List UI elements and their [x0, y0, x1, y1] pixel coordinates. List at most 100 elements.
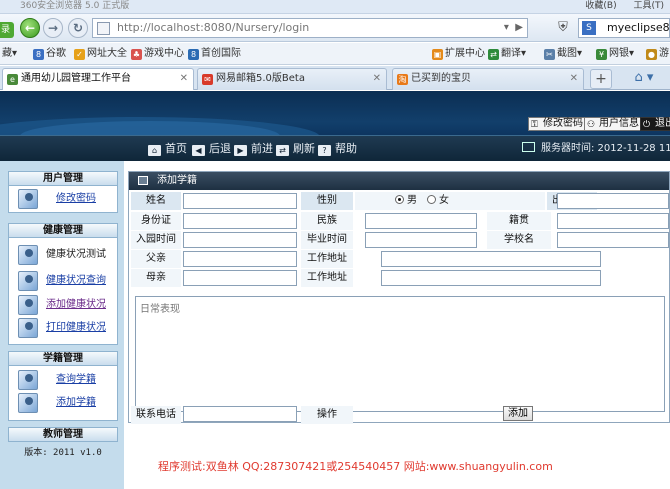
school-name-input[interactable] [557, 232, 669, 248]
menu-favorites[interactable]: 收藏(B) [585, 1, 616, 11]
person-icon [18, 370, 38, 390]
login-side-button[interactable]: 录 [0, 22, 14, 38]
tab-label: 通用幼儿园管理工作平台 [21, 73, 131, 84]
label-school-name: 学校名 [487, 231, 551, 249]
label-work-address-mother: 工作地址 [301, 269, 353, 287]
browser-title: 360安全浏览器 5.0 正式版 [20, 1, 130, 11]
tab-netease-mail[interactable]: ✉ 网易邮箱5.0版Beta ✕ [197, 68, 387, 90]
daily-performance-textarea[interactable] [135, 296, 665, 412]
change-password-button[interactable]: ⚿ 修改密码 [528, 117, 587, 131]
label-phone: 联系电话 [131, 406, 181, 424]
sidebar-section-health[interactable]: 健康管理 [8, 223, 118, 238]
fav-google[interactable]: 8 谷歌 [33, 43, 66, 65]
label-graduate-date: 毕业时间 [301, 231, 353, 249]
toolbar-forward[interactable]: ▶ 前进 [234, 136, 273, 162]
toolbar-help[interactable]: ? 帮助 [318, 136, 357, 162]
back-arrow-icon: ◀ [192, 145, 205, 156]
label-operation: 操作 [301, 406, 353, 424]
label-id-card: 身份证 [131, 212, 181, 230]
main-content: 添加学籍 姓名 性别 男 女 出生日期 身份证 民族 籍贯 入园时间 毕业时间 … [124, 161, 670, 489]
fav-extensions[interactable]: ▣ 扩展中心 [432, 43, 485, 65]
father-input[interactable] [183, 251, 297, 267]
home-icon: ⌂ [148, 145, 161, 156]
page-icon [97, 22, 110, 35]
close-icon[interactable]: ✕ [373, 69, 381, 89]
father-work-address-input[interactable] [381, 251, 601, 267]
search-box[interactable]: S myeclipse8.5 [578, 18, 670, 38]
label-work-address-father: 工作地址 [301, 250, 353, 268]
graduate-date-input[interactable] [365, 232, 477, 248]
address-go-icon[interactable]: ▾ ▶ [504, 20, 523, 36]
birth-input[interactable] [557, 193, 669, 209]
tab-label: 已买到的宝贝 [411, 73, 471, 84]
gender-female-radio[interactable]: 女 [427, 192, 449, 210]
fav-translate[interactable]: ⇄ 翻译▾ [488, 43, 526, 65]
sidebar: 用户管理 修改密码 健康管理 健康状况测试 健康状况查询 添加健康状况 打印健康… [0, 161, 124, 489]
app-header-banner: ⚿修改密码 ⚇用户信息 ⏻退出系统 [0, 91, 670, 135]
taobao-icon: 淘 [397, 74, 408, 85]
close-icon[interactable]: ✕ [180, 69, 188, 89]
toolbar-back[interactable]: ◀ 后退 [192, 136, 231, 162]
ethnicity-input[interactable] [365, 213, 477, 229]
toolbar-home[interactable]: ⌂ 首页 [148, 136, 187, 162]
search-engine-icon[interactable]: S [582, 21, 596, 35]
native-place-input[interactable] [557, 213, 669, 229]
id-card-input[interactable] [183, 213, 297, 229]
radio-icon [427, 195, 436, 204]
label-mother: 母亲 [131, 269, 181, 287]
window-icon [138, 176, 148, 185]
fav-screenshot[interactable]: ✂ 截图▾ [544, 43, 582, 65]
close-icon[interactable]: ✕ [570, 69, 578, 89]
menu-tools[interactable]: 工具(T) [633, 1, 664, 11]
app-toolbar: ⌂ 首页 ◀ 后退 ▶ 前进 ⇄ 刷新 ? 帮助 服务器时间: 2012-11-28 11… [0, 135, 670, 161]
tab-nursery[interactable]: e 通用幼儿园管理工作平台 ✕ [2, 68, 194, 90]
back-arrow-icon[interactable]: ← [20, 18, 40, 38]
browser-tab-bar: e 通用幼儿园管理工作平台 ✕ ✉ 网易邮箱5.0版Beta ✕ 淘 已买到的宝… [0, 66, 670, 90]
browser-title-bar: 360安全浏览器 5.0 正式版 收藏(B) 工具(T) [0, 0, 670, 14]
fav-collect[interactable]: 藏▾ [2, 43, 17, 65]
browser-menu: 收藏(B) 工具(T) [571, 0, 664, 12]
form-title-bar: 添加学籍 [129, 172, 669, 190]
home-icon[interactable]: ⌂ ▾ [624, 69, 664, 89]
fav-game-center[interactable]: ♣ 游戏中心 [131, 43, 184, 65]
key-icon: ⚿ [531, 120, 538, 130]
label-name: 姓名 [131, 192, 181, 210]
radio-selected-icon [395, 195, 404, 204]
fav-shouchuang[interactable]: 8 首创国际 [188, 43, 241, 65]
gear-icon [18, 393, 38, 413]
address-url[interactable]: http://localhost:8080/Nursery/login [117, 19, 309, 37]
name-input[interactable] [183, 193, 297, 209]
version-text: 版本: 2011 v1.0 [24, 448, 102, 458]
label-ethnicity: 民族 [301, 212, 353, 230]
mother-work-address-input[interactable] [381, 270, 601, 286]
enter-date-input[interactable] [183, 232, 297, 248]
mother-input[interactable] [183, 270, 297, 286]
footer-credit: 程序测试:双鱼林 QQ:287307421或254540457 网站:www.s… [158, 460, 553, 473]
person-icon [18, 295, 38, 315]
user-info-button[interactable]: ⚇ 用户信息 [584, 117, 643, 131]
form-title: 添加学籍 [157, 175, 197, 186]
add-button[interactable]: 添加 [503, 406, 533, 421]
sidebar-section-student[interactable]: 学籍管理 [8, 351, 118, 366]
tab-label: 网易邮箱5.0版Beta [216, 73, 305, 84]
refresh-icon[interactable]: ↻ [68, 18, 88, 38]
fav-url-portal[interactable]: ✓ 网址大全 [74, 43, 127, 65]
fav-netbank[interactable]: ¥ 网银▾ [596, 43, 634, 65]
help-icon: ? [318, 145, 331, 156]
tab-taobao[interactable]: 淘 已买到的宝贝 ✕ [392, 68, 584, 90]
gender-male-radio[interactable]: 男 [395, 192, 417, 210]
phone-input[interactable] [183, 406, 297, 422]
toolbar-refresh[interactable]: ⇄ 刷新 [276, 136, 315, 162]
logout-button[interactable]: ⏻退出系统 [640, 117, 670, 131]
forward-arrow-icon[interactable]: → [43, 18, 63, 38]
address-bar[interactable]: http://localhost:8080/Nursery/login ▾ ▶ [92, 18, 528, 38]
shield-icon[interactable]: ⛨ [554, 19, 572, 37]
sidebar-section-user[interactable]: 用户管理 [8, 171, 118, 186]
fav-game[interactable]: ● 游 [646, 43, 669, 65]
new-tab-plus-icon[interactable]: + [590, 69, 612, 89]
sidebar-section-teacher[interactable]: 教师管理 [8, 427, 118, 442]
page-favicon-icon: e [7, 74, 18, 85]
favorites-bar: 藏▾ 8 谷歌 ✓ 网址大全 ♣ 游戏中心 8 首创国际 ▣ 扩展中心 ⇄ 翻译▾ ✂ 截图▾… [0, 43, 670, 65]
password-icon [18, 189, 38, 209]
search-input[interactable]: myeclipse8.5 [607, 19, 670, 37]
